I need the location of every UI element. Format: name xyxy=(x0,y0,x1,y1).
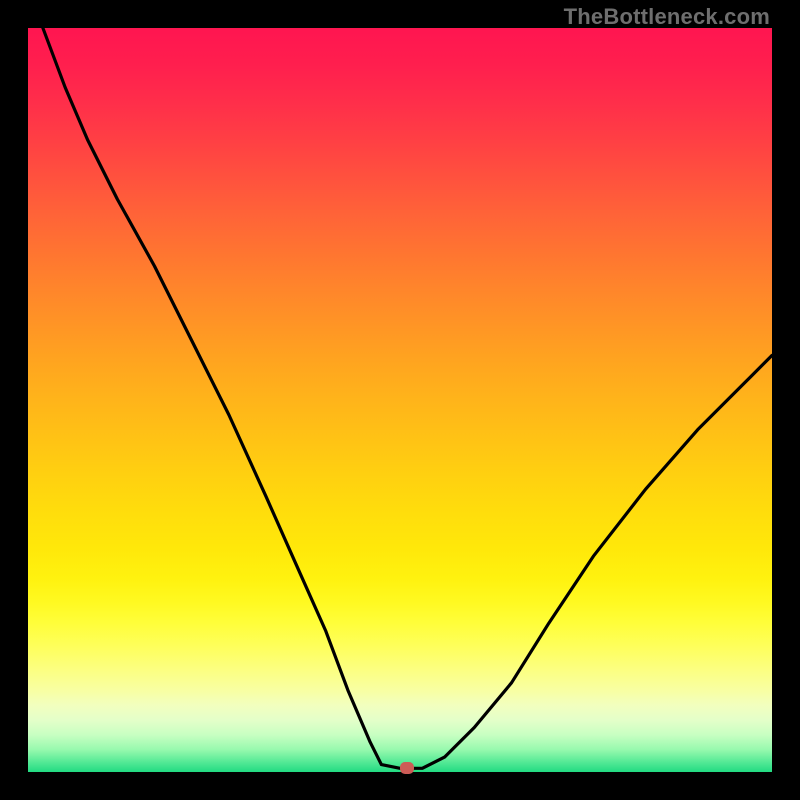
optimal-point-marker xyxy=(400,762,414,774)
bottleneck-curve xyxy=(0,0,800,800)
chart-frame: TheBottleneck.com xyxy=(0,0,800,800)
watermark-text: TheBottleneck.com xyxy=(564,4,770,30)
